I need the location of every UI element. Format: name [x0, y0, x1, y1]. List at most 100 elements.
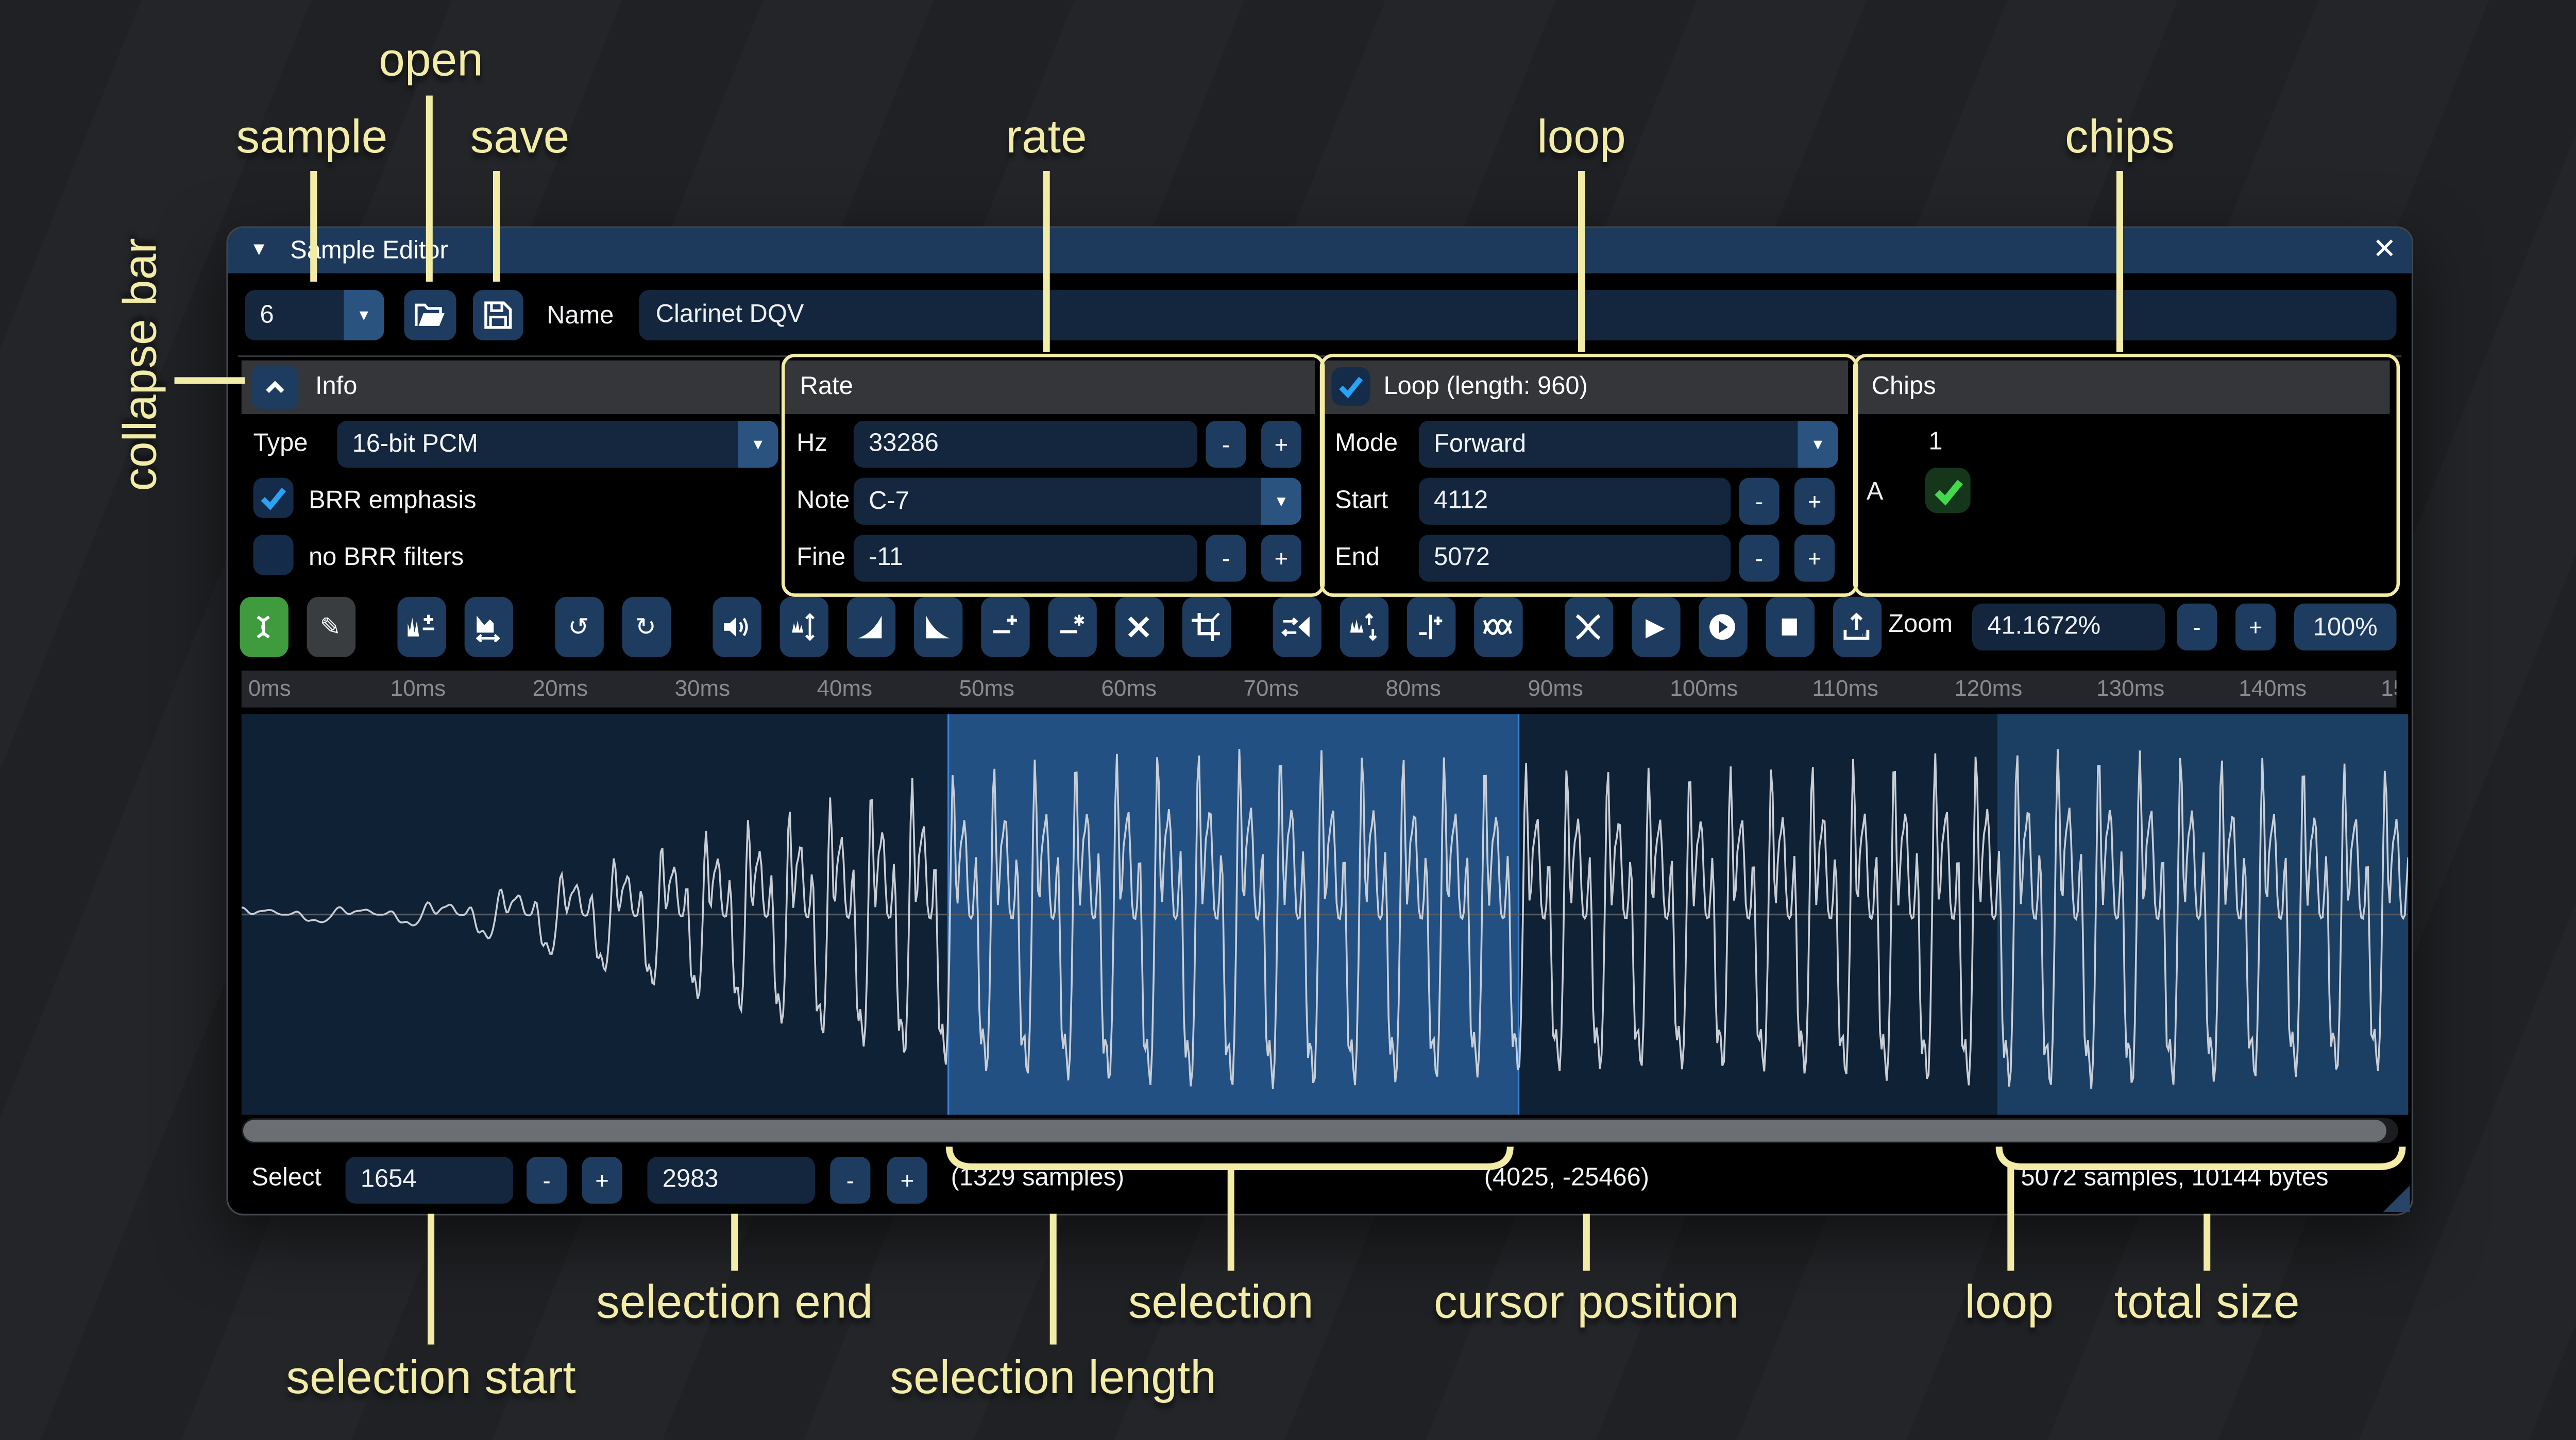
chevron-down-icon: ▼	[738, 421, 778, 468]
loop-start-plus-button[interactable]: +	[1794, 478, 1835, 525]
sample-name-value: Clarinet DQV	[656, 300, 804, 329]
fine-plus-button[interactable]: +	[1261, 535, 1301, 581]
toolbar-normalize-button[interactable]	[779, 597, 827, 657]
check-icon	[257, 481, 290, 515]
loop-panel-header: Loop (length: 960)	[1323, 361, 1848, 414]
no-brr-filters-checkbox[interactable]	[253, 535, 294, 575]
hz-minus-button[interactable]: -	[1206, 421, 1246, 468]
chip-enable-checkbox[interactable]	[1925, 468, 1971, 513]
collapse-bar-button[interactable]	[251, 366, 298, 409]
ruler-tick: 80ms	[1385, 676, 1440, 701]
info-panel: Info Type 16-bit PCM ▼ BRR emphasis no B…	[242, 361, 780, 585]
ruler-tick: 110ms	[1812, 676, 1878, 701]
loop-end-value: 5072	[1434, 543, 1490, 572]
annotation-line-loop	[1578, 171, 1585, 352]
ruler-tick: 60ms	[1101, 676, 1157, 701]
toolbar-redo-button[interactable]: ↻	[621, 597, 670, 657]
loop-start-value: 4112	[1434, 486, 1488, 515]
loop-end-plus-button[interactable]: +	[1794, 535, 1835, 581]
resize-grip[interactable]	[2383, 1185, 2410, 1212]
selection-end-input[interactable]: 2983	[647, 1157, 815, 1204]
selection-end-plus-button[interactable]: +	[887, 1157, 927, 1204]
brr-emphasis-checkbox[interactable]	[253, 478, 294, 518]
toolbar-signed-unsigned-button[interactable]	[1406, 597, 1454, 657]
annotation-sample: sample	[236, 111, 388, 164]
sample-type-dropdown[interactable]: 16-bit PCM ▼	[337, 421, 778, 468]
annotation-open: open	[379, 33, 483, 87]
loop-mode-value: Forward	[1434, 430, 1526, 458]
hz-input[interactable]: 33286	[854, 421, 1197, 468]
window-collapse-icon[interactable]: ▼	[250, 239, 268, 260]
zoom-reset-button[interactable]: 100%	[2294, 604, 2397, 650]
waveform-view[interactable]	[242, 714, 2409, 1115]
ruler-tick: 20ms	[533, 676, 588, 701]
waveform-scrollbar[interactable]	[242, 1118, 2398, 1143]
toolbar-upload-to-chip-button[interactable]	[1832, 597, 1880, 657]
toolbar-undo-button[interactable]: ↺	[554, 597, 603, 657]
toolbar-stop-preview-button[interactable]	[1765, 597, 1814, 657]
toolbar-reverse-button[interactable]	[1272, 597, 1320, 657]
ruler-tick: 40ms	[817, 676, 872, 701]
annotation-line-rate	[1043, 171, 1050, 352]
toolbar-preview-button[interactable]: ▶	[1631, 597, 1680, 657]
info-panel-header: Info	[242, 361, 780, 414]
toolbar-resample-button[interactable]	[464, 597, 512, 657]
toolbar-crossfade-loop-button[interactable]	[1564, 597, 1612, 657]
toolbar-amplify-button[interactable]	[712, 597, 760, 657]
scrollbar-thumb[interactable]	[243, 1120, 2386, 1141]
sample-index-dropdown[interactable]: 6 ▼	[245, 290, 384, 340]
zoom-input[interactable]: 41.1672%	[1972, 604, 2165, 650]
save-sample-button[interactable]	[473, 290, 523, 340]
loop-panel: Loop (length: 960) Mode Forward ▼ Start …	[1323, 361, 1848, 585]
sample-name-input[interactable]: Clarinet DQV	[639, 290, 2396, 340]
fine-minus-button[interactable]: -	[1206, 535, 1246, 581]
time-ruler: 0ms10ms20ms30ms40ms50ms60ms70ms80ms90ms1…	[242, 671, 2397, 708]
annotation-stem-selection	[1227, 1167, 1233, 1271]
check-icon	[1929, 472, 1967, 509]
toolbar-resize-button[interactable]	[397, 597, 445, 657]
loop-end-minus-button[interactable]: -	[1739, 535, 1780, 581]
ruler-tick: 150ms	[2381, 676, 2396, 701]
loop-start-minus-button[interactable]: -	[1739, 478, 1780, 525]
desktop: ▼ Sample Editor ✕ 6 ▼	[0, 0, 2576, 1440]
ruler-tick: 120ms	[1954, 676, 2022, 701]
toolbar-invert-button[interactable]	[1339, 597, 1387, 657]
annotation-chips: chips	[2065, 111, 2175, 164]
folder-open-icon	[414, 301, 446, 329]
annotation-line-selection-length	[1050, 1214, 1057, 1345]
zoom-value: 41.1672%	[1987, 612, 2100, 640]
toolbar-apply-silence-button[interactable]	[1047, 597, 1096, 657]
fine-label: Fine	[796, 543, 845, 572]
open-sample-button[interactable]	[404, 290, 456, 340]
selection-start-input[interactable]: 1654	[346, 1157, 514, 1204]
selection-start-minus-button[interactable]: -	[527, 1157, 567, 1204]
loop-start-input[interactable]: 4112	[1419, 478, 1731, 525]
note-value: C-7	[869, 487, 909, 516]
zoom-in-button[interactable]: +	[2235, 604, 2276, 650]
chips-panel-title: Chips	[1872, 372, 1936, 401]
selection-end-minus-button[interactable]: -	[830, 1157, 870, 1204]
fine-input[interactable]: -11	[854, 535, 1197, 581]
annotation-selection-end: selection end	[596, 1276, 873, 1329]
zoom-out-button[interactable]: -	[2177, 604, 2217, 650]
toolbar-fade-in-button[interactable]	[846, 597, 894, 657]
toolbar-preview-from-cursor-button[interactable]	[1698, 597, 1747, 657]
mode-label: Mode	[1335, 429, 1398, 457]
toolbar-trim-button[interactable]	[1181, 597, 1230, 657]
selection-start-plus-button[interactable]: +	[582, 1157, 622, 1204]
ruler-tick: 100ms	[1670, 676, 1738, 701]
annotation-stem-loop	[2008, 1167, 2015, 1271]
loop-enable-checkbox[interactable]	[1332, 367, 1370, 406]
toolbar-fade-out-button[interactable]	[913, 597, 961, 657]
loop-mode-dropdown[interactable]: Forward ▼	[1419, 421, 1838, 468]
toolbar-draw-mode-button[interactable]: ✎	[306, 597, 354, 657]
toolbar-delete-button[interactable]	[1114, 597, 1163, 657]
note-dropdown[interactable]: C-7 ▼	[854, 478, 1301, 525]
toolbar-select-mode-button[interactable]	[239, 597, 287, 657]
loop-end-input[interactable]: 5072	[1419, 535, 1731, 581]
window-titlebar[interactable]: ▼ Sample Editor ✕	[228, 228, 2412, 273]
close-icon[interactable]: ✕	[2372, 233, 2396, 266]
hz-plus-button[interactable]: +	[1261, 421, 1301, 468]
toolbar-insert-silence-button[interactable]	[980, 597, 1029, 657]
toolbar-apply-filter-button[interactable]	[1473, 597, 1522, 657]
